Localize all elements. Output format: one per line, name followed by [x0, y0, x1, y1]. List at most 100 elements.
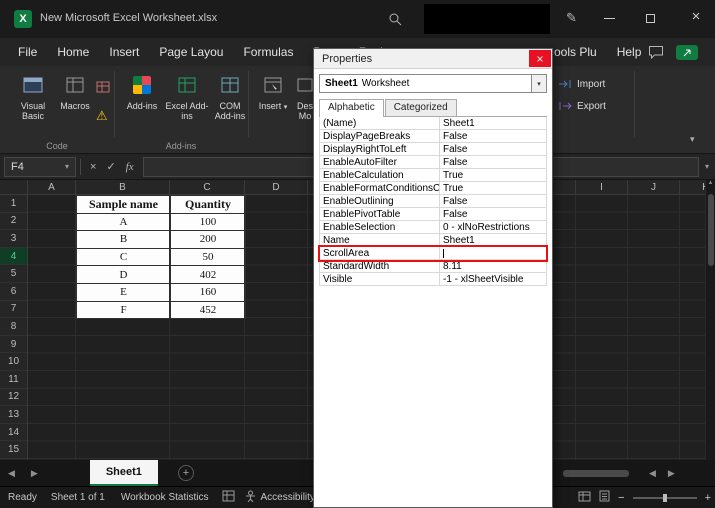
property-row-EnablePivotTable[interactable]: EnablePivotTableFalse [320, 208, 546, 221]
table-cell[interactable]: 160 [171, 284, 246, 302]
collapse-ribbon-icon[interactable]: ▾ [690, 134, 695, 145]
property-row-EnableSelection[interactable]: EnableSelection0 - xlNoRestrictions [320, 221, 546, 234]
row-header-7[interactable]: 7 [0, 301, 27, 319]
share-button[interactable] [676, 45, 698, 60]
table-cell[interactable]: 50 [171, 249, 246, 267]
ribbon-tab-home[interactable]: Home [47, 45, 99, 59]
scroll-left-icon[interactable]: ◀ [643, 468, 662, 479]
expand-formula-bar-icon[interactable]: ▾ [705, 162, 709, 171]
table-cell[interactable]: B [77, 231, 171, 249]
table-cell[interactable]: F [77, 302, 171, 320]
column-header-I[interactable]: I [576, 180, 628, 194]
add-sheet-button[interactable]: + [178, 465, 194, 481]
name-box[interactable]: F4 ▾ [4, 157, 76, 177]
ribbon-tab-insert[interactable]: Insert [99, 45, 149, 59]
property-row-DisplayPageBreaks[interactable]: DisplayPageBreaksFalse [320, 130, 546, 143]
row-header-6[interactable]: 6 [0, 283, 27, 301]
table-cell[interactable]: 200 [171, 231, 246, 249]
row-header-14[interactable]: 14 [0, 424, 27, 442]
property-value[interactable]: False [440, 195, 546, 207]
column-header-B[interactable]: B [76, 180, 170, 194]
close-window-button[interactable]: × [686, 8, 706, 25]
column-header-C[interactable]: C [170, 180, 245, 194]
insert-function-icon[interactable]: fx [121, 161, 139, 173]
ribbon-tab-file[interactable]: File [8, 45, 47, 59]
table-cell[interactable]: E [77, 284, 171, 302]
property-value[interactable]: True [440, 169, 546, 181]
tab-alphabetic[interactable]: Alphabetic [319, 99, 384, 117]
macro-security-warning-icon[interactable]: ⚠ [96, 108, 108, 124]
property-value[interactable]: Sheet1 [440, 117, 546, 129]
row-header-5[interactable]: 5 [0, 265, 27, 283]
ribbon-tab-formulas[interactable]: Formulas [233, 45, 303, 59]
property-row-ScrollArea[interactable]: ScrollArea [320, 247, 546, 260]
statistics-icon[interactable] [222, 490, 235, 505]
add-ins-button[interactable]: Add-ins [120, 72, 164, 111]
tab-categorized[interactable]: Categorized [385, 99, 457, 116]
ribbon-tab-help[interactable]: Help [607, 45, 652, 59]
property-row-StandardWidth[interactable]: StandardWidth8.11 [320, 260, 546, 273]
property-value[interactable]: False [440, 130, 546, 142]
column-header-D[interactable]: D [245, 180, 308, 194]
chevron-down-icon[interactable]: ▾ [531, 75, 546, 92]
accessibility-icon[interactable] [245, 490, 256, 505]
row-header-13[interactable]: 13 [0, 406, 27, 424]
sheet-tab-sheet1[interactable]: Sheet1 [90, 460, 158, 486]
zoom-slider-thumb[interactable] [663, 494, 667, 502]
zoom-slider[interactable] [633, 497, 697, 499]
visual-basic-button[interactable]: Visual Basic [10, 72, 56, 121]
property-row-Name[interactable]: NameSheet1 [320, 234, 546, 247]
zoom-in-icon[interactable]: + [705, 492, 711, 504]
row-header-8[interactable]: 8 [0, 318, 27, 336]
maximize-button[interactable] [646, 14, 655, 23]
table-cell[interactable]: 100 [171, 214, 246, 232]
comments-icon[interactable] [648, 45, 664, 64]
property-row-Visible[interactable]: Visible-1 - xlSheetVisible [320, 273, 546, 286]
column-header-J[interactable]: J [628, 180, 680, 194]
property-value[interactable] [440, 247, 546, 259]
import-button[interactable]: Import [558, 78, 605, 90]
property-row-EnableAutoFilter[interactable]: EnableAutoFilterFalse [320, 156, 546, 169]
row-header-3[interactable]: 3 [0, 230, 27, 248]
horizontal-scroll-thumb[interactable] [563, 470, 629, 477]
table-cell[interactable]: D [77, 266, 171, 284]
minimize-button[interactable] [604, 18, 615, 19]
table-cell[interactable]: 402 [171, 266, 246, 284]
pencil-icon[interactable]: ✎ [566, 10, 577, 26]
previous-sheet-icon[interactable]: ◀ [0, 468, 23, 479]
row-header-2[interactable]: 2 [0, 213, 27, 231]
table-cell[interactable]: A [77, 214, 171, 232]
property-value[interactable]: 8.11 [440, 260, 546, 272]
chevron-down-icon[interactable]: ▾ [65, 162, 69, 171]
table-cell[interactable]: 452 [171, 302, 246, 320]
scroll-up-icon[interactable]: ▲ [708, 180, 714, 186]
table-header-cell[interactable]: Quantity [171, 196, 246, 214]
properties-titlebar[interactable]: Properties × [314, 49, 552, 69]
ribbon-tab-ools-plu[interactable]: ools Plu [544, 45, 607, 59]
row-header-10[interactable]: 10 [0, 353, 27, 371]
excel-add-ins-button[interactable]: Excel Add-ins [164, 72, 210, 121]
row-header-12[interactable]: 12 [0, 389, 27, 407]
row-header-4[interactable]: 4 [0, 248, 27, 266]
property-row-DisplayRightToLeft[interactable]: DisplayRightToLeftFalse [320, 143, 546, 156]
table-cell[interactable]: C [77, 249, 171, 267]
cancel-entry-icon[interactable]: × [85, 161, 101, 173]
property-value[interactable]: -1 - xlSheetVisible [440, 273, 546, 285]
property-row-EnableCalculation[interactable]: EnableCalculationTrue [320, 169, 546, 182]
row-header-9[interactable]: 9 [0, 336, 27, 354]
ribbon-tab-page-layou[interactable]: Page Layou [149, 45, 233, 59]
search-icon[interactable] [388, 12, 402, 31]
row-header-15[interactable]: 15 [0, 441, 27, 459]
close-properties-button[interactable]: × [529, 50, 551, 67]
property-row-EnableOutlining[interactable]: EnableOutliningFalse [320, 195, 546, 208]
property-value[interactable]: False [440, 208, 546, 220]
next-sheet-icon[interactable]: ▶ [23, 468, 46, 479]
com-add-ins-button[interactable]: COM Add-ins [210, 72, 250, 121]
property-row-Name[interactable]: (Name)Sheet1 [320, 117, 546, 130]
page-layout-view-icon[interactable] [599, 490, 610, 505]
select-all-corner[interactable] [0, 180, 28, 195]
property-value[interactable]: False [440, 143, 546, 155]
insert-control-button[interactable]: Insert ▾ [254, 72, 292, 113]
normal-view-icon[interactable] [578, 491, 591, 505]
workbook-statistics-button[interactable]: Workbook Statistics [121, 492, 209, 503]
